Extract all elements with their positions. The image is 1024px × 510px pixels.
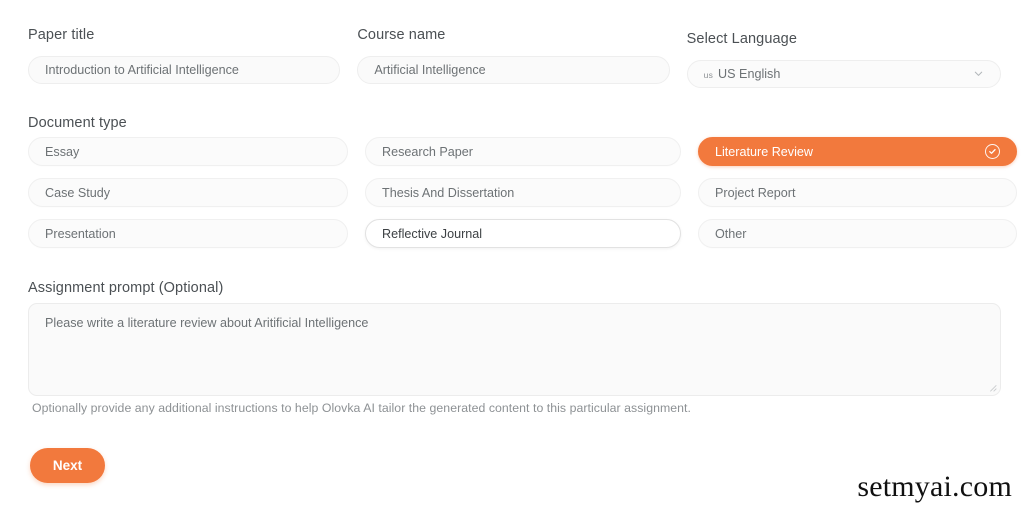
course-name-label: Course name: [357, 27, 446, 43]
paper-title-input[interactable]: Introduction to Artificial Intelligence: [28, 55, 341, 84]
doctype-option-reflective-journal[interactable]: Reflective Journal: [365, 219, 681, 248]
course-name-input[interactable]: Artificial Intelligence: [357, 55, 670, 84]
doctype-option-label: Literature Review: [715, 144, 813, 159]
assignment-prompt-label: Assignment prompt (Optional): [28, 280, 224, 296]
doctype-option-label: Presentation: [45, 226, 116, 241]
doctype-option-project-report[interactable]: Project Report: [698, 178, 1017, 207]
resize-grip-icon[interactable]: [986, 381, 997, 392]
language-select[interactable]: us US English: [686, 59, 1001, 88]
assignment-prompt-text: Please write a literature review about A…: [45, 316, 369, 330]
next-button[interactable]: Next: [30, 448, 105, 483]
language-selected-value: us US English: [704, 67, 781, 81]
doctype-option-other[interactable]: Other: [698, 219, 1017, 248]
site-watermark: setmyai.com: [857, 470, 1012, 503]
paper-title-field-group: Paper title Introduction to Artificial I…: [28, 27, 341, 84]
language-field-group: Select Language us US English: [686, 31, 1001, 88]
doctype-option-essay[interactable]: Essay: [28, 137, 348, 166]
course-name-field-group: Course name Artificial Intelligence: [357, 27, 670, 84]
doctype-option-label: Other: [715, 226, 747, 241]
select-language-label: Select Language: [686, 31, 797, 47]
document-type-label: Document type: [28, 115, 127, 131]
paper-title-label: Paper title: [28, 27, 95, 43]
doctype-option-literature-review[interactable]: Literature Review: [698, 137, 1017, 166]
doctype-option-case-study[interactable]: Case Study: [28, 178, 348, 207]
doctype-option-thesis-and-dissertation[interactable]: Thesis And Dissertation: [365, 178, 681, 207]
check-circle-icon: [985, 144, 1000, 159]
top-fields-row: Paper title Introduction to Artificial I…: [28, 27, 1001, 88]
doctype-option-label: Project Report: [715, 185, 796, 200]
doctype-option-label: Essay: [45, 144, 80, 159]
assignment-prompt-textarea[interactable]: Please write a literature review about A…: [28, 303, 1001, 396]
us-flag-icon: us: [703, 69, 714, 80]
doctype-option-research-paper[interactable]: Research Paper: [365, 137, 681, 166]
language-value-text: US English: [718, 66, 781, 81]
doctype-option-label: Research Paper: [382, 144, 474, 159]
doctype-option-label: Reflective Journal: [382, 226, 483, 241]
assignment-prompt-helper-text: Optionally provide any additional instru…: [32, 401, 691, 415]
doctype-option-presentation[interactable]: Presentation: [28, 219, 348, 248]
doctype-option-label: Thesis And Dissertation: [382, 185, 515, 200]
doctype-option-label: Case Study: [45, 185, 111, 200]
chevron-down-icon[interactable]: [973, 68, 984, 79]
document-setup-form: Paper title Introduction to Artificial I…: [0, 0, 1024, 510]
document-type-options: Essay Research Paper Literature Review C…: [28, 137, 1017, 248]
